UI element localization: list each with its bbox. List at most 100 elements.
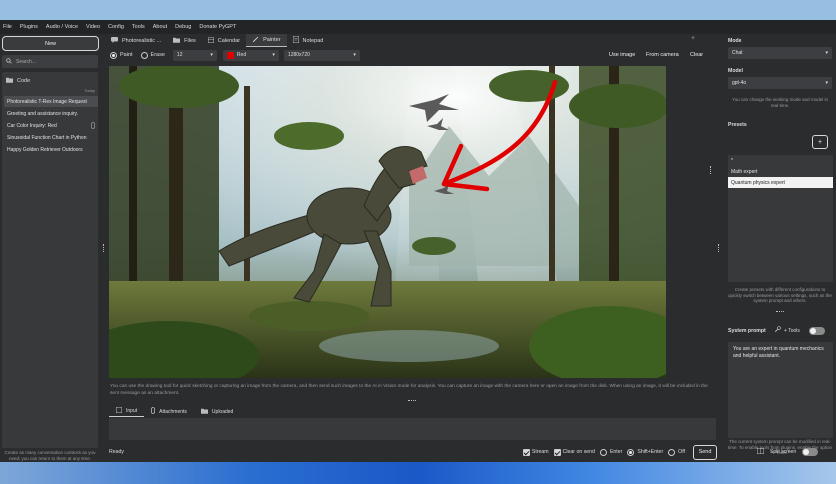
- tab-chat-label: Photorealistic ...: [122, 37, 162, 44]
- tools-toggle[interactable]: [808, 326, 825, 335]
- message-input[interactable]: [109, 418, 716, 440]
- tab-notepad[interactable]: Notepad: [287, 34, 330, 47]
- conversation-item[interactable]: Happy Golden Retriever Outdoors: [4, 144, 98, 155]
- horizontal-splitter-handle[interactable]: [408, 400, 416, 401]
- model-label: Model: [728, 68, 743, 74]
- trex-jungle-image: [109, 66, 666, 378]
- model-value: gpt-4o: [732, 80, 747, 86]
- menu-video[interactable]: Video: [86, 24, 100, 30]
- brush-icon: [252, 36, 259, 45]
- right-panel: Mode Chat ▾ Model gpt-4o ▾ You can chang…: [724, 34, 836, 462]
- menu-tools[interactable]: Tools: [132, 24, 145, 30]
- add-preset-button[interactable]: +: [812, 135, 828, 149]
- left-info-text: Create as many conversation contexts as …: [4, 450, 96, 461]
- conversation-item[interactable]: Photorealistic T-Rex Image Request: [4, 96, 98, 107]
- new-context-button[interactable]: New: [2, 36, 99, 51]
- paint-mode-radio[interactable]: Paint: [110, 51, 133, 59]
- use-image-button[interactable]: Use image: [609, 52, 635, 58]
- color-select[interactable]: Red ▾: [222, 49, 279, 61]
- tab-files[interactable]: Files: [167, 34, 202, 47]
- tab-files-label: Files: [184, 37, 196, 44]
- system-prompt-input[interactable]: You are an expert in quantum mechanics a…: [728, 342, 833, 438]
- off-radio[interactable]: Off: [668, 448, 685, 456]
- brush-size-select[interactable]: 12 ▾: [172, 49, 217, 61]
- tab-chat[interactable]: Photorealistic ...: [105, 34, 167, 47]
- from-camera-button[interactable]: From camera: [646, 52, 679, 58]
- attachment-icon: [151, 407, 156, 416]
- input-tabs: Input Attachments Uploaded: [109, 406, 715, 417]
- clear-button[interactable]: Clear: [690, 52, 703, 58]
- columns-icon: [757, 448, 764, 456]
- painter-canvas[interactable]: [109, 66, 666, 378]
- wrench-icon: [774, 326, 781, 335]
- shift-enter-radio[interactable]: Shift+Enter: [627, 448, 664, 456]
- menu-config[interactable]: Config: [108, 24, 124, 30]
- add-tab-button[interactable]: +: [691, 35, 695, 42]
- folder-item[interactable]: Code: [6, 77, 30, 85]
- mode-select[interactable]: Chat ▾: [728, 47, 832, 59]
- preset-item[interactable]: Math expert: [728, 166, 833, 177]
- folder-icon: [173, 37, 181, 45]
- main-tabs: Photorealistic ... Files Calendar Painte…: [105, 34, 705, 47]
- preset-list: * Math expert Quantum physics expert: [728, 155, 833, 282]
- menu-bar: File Plugins Audio / Voice Video Config …: [0, 20, 836, 34]
- tab-uploaded[interactable]: Uploaded: [194, 406, 240, 417]
- menu-about[interactable]: About: [153, 24, 167, 30]
- preset-item-selected[interactable]: Quantum physics expert: [728, 177, 833, 188]
- radio-unchecked: [668, 448, 676, 456]
- menu-plugins[interactable]: Plugins: [20, 24, 38, 30]
- right-horizontal-splitter[interactable]: [776, 311, 784, 312]
- mode-value: Chat: [732, 50, 743, 56]
- split-screen-toggle[interactable]: [802, 448, 819, 456]
- canvas-size-select[interactable]: 1280x720 ▾: [283, 49, 360, 61]
- search-input[interactable]: Search...: [2, 55, 98, 68]
- model-select[interactable]: gpt-4o ▾: [728, 77, 832, 89]
- menu-debug[interactable]: Debug: [175, 24, 191, 30]
- canvas-splitter-handle[interactable]: [710, 166, 712, 174]
- stream-checkbox[interactable]: Stream: [522, 448, 549, 456]
- erase-mode-radio[interactable]: Erase: [140, 51, 165, 59]
- left-splitter-handle[interactable]: [103, 244, 105, 252]
- tab-painter[interactable]: Painter: [246, 34, 287, 47]
- input-icon: [116, 407, 122, 415]
- tab-input[interactable]: Input: [109, 406, 145, 417]
- desktop-background: [0, 0, 836, 20]
- conversation-item[interactable]: Greeting and assistance inquiry.: [4, 108, 98, 119]
- shift-enter-label: Shift+Enter: [637, 449, 664, 455]
- erase-label: Erase: [150, 52, 165, 58]
- tools-toggle-group: + Tools: [774, 326, 825, 335]
- date-group-label: Today: [84, 88, 95, 93]
- split-screen-group: Split screen: [757, 448, 819, 456]
- chevron-down-icon: ▾: [825, 50, 828, 56]
- chevron-down-icon: ▾: [825, 80, 828, 86]
- search-icon: [6, 57, 12, 66]
- attachment-icon: [91, 122, 95, 131]
- conversation-item[interactable]: Sinusoidal Function Chart in Python: [4, 132, 98, 143]
- menu-donate[interactable]: Donate PyGPT: [199, 24, 236, 30]
- tab-attachments[interactable]: Attachments: [144, 406, 194, 417]
- desktop-wallpaper: [0, 462, 836, 484]
- right-splitter-handle[interactable]: [718, 244, 720, 252]
- checkbox-checked: [522, 448, 530, 456]
- left-panel: New Search... Code Today Photorealistic …: [0, 34, 100, 462]
- model-info-text: You can change the working mode and mode…: [732, 97, 828, 108]
- conversation-item[interactable]: Car Color Inquiry: Red: [4, 120, 98, 131]
- tab-input-label: Input: [126, 408, 138, 414]
- presets-label: Presets: [728, 122, 747, 128]
- preset-item[interactable]: *: [728, 155, 833, 166]
- tools-label: + Tools: [784, 327, 800, 334]
- radio-unchecked: [140, 51, 148, 59]
- menu-file[interactable]: File: [3, 24, 12, 30]
- menu-audio-voice[interactable]: Audio / Voice: [46, 24, 78, 30]
- calendar-icon: [207, 37, 214, 45]
- app-window: File Plugins Audio / Voice Video Config …: [0, 20, 836, 462]
- color-name: Red: [236, 52, 247, 58]
- tab-painter-label: Painter: [263, 37, 281, 43]
- enter-radio[interactable]: Enter: [599, 448, 622, 456]
- send-button[interactable]: Send: [693, 444, 717, 460]
- folder-icon: [200, 408, 208, 416]
- tab-calendar[interactable]: Calendar: [202, 34, 246, 47]
- tab-notepad-label: Notepad: [302, 37, 324, 44]
- clear-on-send-checkbox[interactable]: Clear on send: [553, 448, 595, 456]
- conversation-label: Car Color Inquiry: Red: [7, 122, 57, 129]
